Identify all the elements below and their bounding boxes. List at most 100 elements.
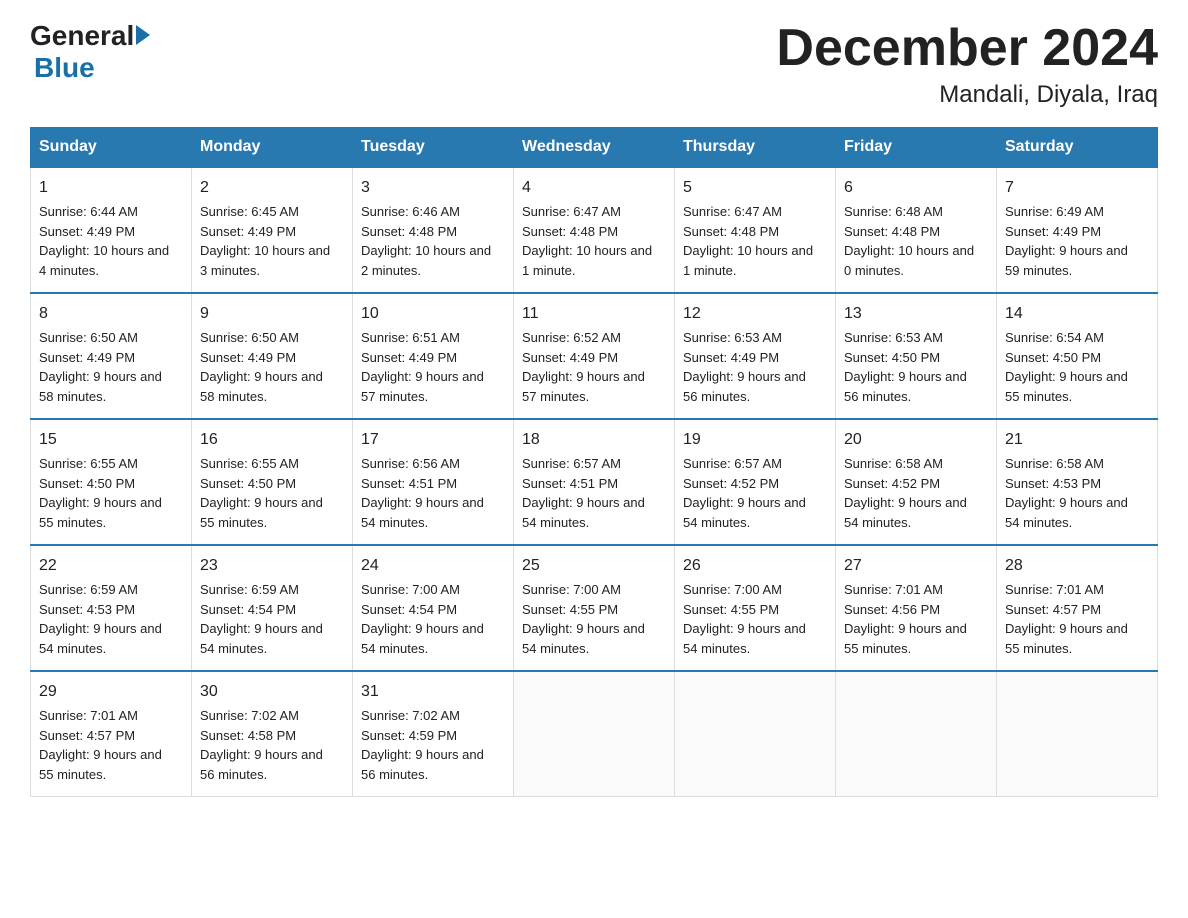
day-number: 22 (39, 554, 183, 578)
logo: General Blue (30, 20, 150, 84)
day-info: Sunrise: 6:47 AMSunset: 4:48 PMDaylight:… (522, 204, 652, 278)
day-info: Sunrise: 6:50 AMSunset: 4:49 PMDaylight:… (200, 330, 323, 404)
day-info: Sunrise: 7:01 AMSunset: 4:57 PMDaylight:… (1005, 582, 1128, 656)
day-info: Sunrise: 6:53 AMSunset: 4:49 PMDaylight:… (683, 330, 806, 404)
calendar-cell: 6 Sunrise: 6:48 AMSunset: 4:48 PMDayligh… (836, 167, 997, 293)
page-subtitle: Mandali, Diyala, Iraq (776, 81, 1158, 109)
calendar-week-row: 8 Sunrise: 6:50 AMSunset: 4:49 PMDayligh… (31, 293, 1158, 419)
calendar-cell (836, 671, 997, 797)
calendar-cell: 10 Sunrise: 6:51 AMSunset: 4:49 PMDaylig… (353, 293, 514, 419)
weekday-header-sunday: Sunday (31, 128, 192, 168)
day-number: 26 (683, 554, 827, 578)
day-info: Sunrise: 6:50 AMSunset: 4:49 PMDaylight:… (39, 330, 162, 404)
day-number: 14 (1005, 302, 1149, 326)
calendar-cell: 24 Sunrise: 7:00 AMSunset: 4:54 PMDaylig… (353, 545, 514, 671)
calendar-cell: 15 Sunrise: 6:55 AMSunset: 4:50 PMDaylig… (31, 419, 192, 545)
day-info: Sunrise: 7:01 AMSunset: 4:56 PMDaylight:… (844, 582, 967, 656)
calendar-cell: 13 Sunrise: 6:53 AMSunset: 4:50 PMDaylig… (836, 293, 997, 419)
logo-arrow-icon (136, 25, 150, 45)
calendar-cell: 8 Sunrise: 6:50 AMSunset: 4:49 PMDayligh… (31, 293, 192, 419)
calendar-week-row: 15 Sunrise: 6:55 AMSunset: 4:50 PMDaylig… (31, 419, 1158, 545)
calendar-cell: 5 Sunrise: 6:47 AMSunset: 4:48 PMDayligh… (675, 167, 836, 293)
weekday-header-saturday: Saturday (997, 128, 1158, 168)
day-info: Sunrise: 7:00 AMSunset: 4:55 PMDaylight:… (522, 582, 645, 656)
day-number: 16 (200, 428, 344, 452)
calendar-cell (675, 671, 836, 797)
calendar-cell: 29 Sunrise: 7:01 AMSunset: 4:57 PMDaylig… (31, 671, 192, 797)
calendar-cell: 20 Sunrise: 6:58 AMSunset: 4:52 PMDaylig… (836, 419, 997, 545)
calendar-cell: 28 Sunrise: 7:01 AMSunset: 4:57 PMDaylig… (997, 545, 1158, 671)
calendar-week-row: 22 Sunrise: 6:59 AMSunset: 4:53 PMDaylig… (31, 545, 1158, 671)
day-number: 13 (844, 302, 988, 326)
day-number: 31 (361, 680, 505, 704)
calendar-cell: 27 Sunrise: 7:01 AMSunset: 4:56 PMDaylig… (836, 545, 997, 671)
calendar-cell: 4 Sunrise: 6:47 AMSunset: 4:48 PMDayligh… (514, 167, 675, 293)
day-info: Sunrise: 6:57 AMSunset: 4:52 PMDaylight:… (683, 456, 806, 530)
calendar-cell: 7 Sunrise: 6:49 AMSunset: 4:49 PMDayligh… (997, 167, 1158, 293)
day-number: 12 (683, 302, 827, 326)
calendar-cell: 12 Sunrise: 6:53 AMSunset: 4:49 PMDaylig… (675, 293, 836, 419)
day-info: Sunrise: 6:48 AMSunset: 4:48 PMDaylight:… (844, 204, 974, 278)
calendar-cell: 11 Sunrise: 6:52 AMSunset: 4:49 PMDaylig… (514, 293, 675, 419)
calendar-cell: 22 Sunrise: 6:59 AMSunset: 4:53 PMDaylig… (31, 545, 192, 671)
day-number: 20 (844, 428, 988, 452)
calendar-cell: 21 Sunrise: 6:58 AMSunset: 4:53 PMDaylig… (997, 419, 1158, 545)
day-number: 21 (1005, 428, 1149, 452)
calendar-cell: 16 Sunrise: 6:55 AMSunset: 4:50 PMDaylig… (192, 419, 353, 545)
day-info: Sunrise: 7:00 AMSunset: 4:55 PMDaylight:… (683, 582, 806, 656)
day-number: 23 (200, 554, 344, 578)
logo-blue-text: Blue (34, 52, 95, 84)
calendar-cell (514, 671, 675, 797)
day-info: Sunrise: 7:02 AMSunset: 4:58 PMDaylight:… (200, 708, 323, 782)
day-number: 1 (39, 176, 183, 200)
day-number: 28 (1005, 554, 1149, 578)
calendar-week-row: 1 Sunrise: 6:44 AMSunset: 4:49 PMDayligh… (31, 167, 1158, 293)
day-info: Sunrise: 6:59 AMSunset: 4:53 PMDaylight:… (39, 582, 162, 656)
day-info: Sunrise: 6:58 AMSunset: 4:53 PMDaylight:… (1005, 456, 1128, 530)
day-info: Sunrise: 6:57 AMSunset: 4:51 PMDaylight:… (522, 456, 645, 530)
day-info: Sunrise: 7:01 AMSunset: 4:57 PMDaylight:… (39, 708, 162, 782)
page-header: General Blue December 2024 Mandali, Diya… (30, 20, 1158, 109)
day-info: Sunrise: 6:51 AMSunset: 4:49 PMDaylight:… (361, 330, 484, 404)
calendar-cell: 14 Sunrise: 6:54 AMSunset: 4:50 PMDaylig… (997, 293, 1158, 419)
calendar-cell: 3 Sunrise: 6:46 AMSunset: 4:48 PMDayligh… (353, 167, 514, 293)
day-info: Sunrise: 6:58 AMSunset: 4:52 PMDaylight:… (844, 456, 967, 530)
day-number: 2 (200, 176, 344, 200)
day-info: Sunrise: 7:00 AMSunset: 4:54 PMDaylight:… (361, 582, 484, 656)
day-number: 9 (200, 302, 344, 326)
day-info: Sunrise: 6:46 AMSunset: 4:48 PMDaylight:… (361, 204, 491, 278)
day-number: 11 (522, 302, 666, 326)
weekday-header-tuesday: Tuesday (353, 128, 514, 168)
day-info: Sunrise: 6:55 AMSunset: 4:50 PMDaylight:… (200, 456, 323, 530)
day-info: Sunrise: 6:55 AMSunset: 4:50 PMDaylight:… (39, 456, 162, 530)
weekday-header-monday: Monday (192, 128, 353, 168)
day-info: Sunrise: 6:53 AMSunset: 4:50 PMDaylight:… (844, 330, 967, 404)
title-block: December 2024 Mandali, Diyala, Iraq (776, 20, 1158, 109)
calendar-cell: 23 Sunrise: 6:59 AMSunset: 4:54 PMDaylig… (192, 545, 353, 671)
day-number: 7 (1005, 176, 1149, 200)
calendar-cell: 17 Sunrise: 6:56 AMSunset: 4:51 PMDaylig… (353, 419, 514, 545)
calendar-cell: 26 Sunrise: 7:00 AMSunset: 4:55 PMDaylig… (675, 545, 836, 671)
calendar-cell: 19 Sunrise: 6:57 AMSunset: 4:52 PMDaylig… (675, 419, 836, 545)
day-number: 29 (39, 680, 183, 704)
day-number: 8 (39, 302, 183, 326)
calendar-header-row: SundayMondayTuesdayWednesdayThursdayFrid… (31, 128, 1158, 168)
day-info: Sunrise: 6:49 AMSunset: 4:49 PMDaylight:… (1005, 204, 1128, 278)
day-number: 10 (361, 302, 505, 326)
day-info: Sunrise: 6:45 AMSunset: 4:49 PMDaylight:… (200, 204, 330, 278)
day-number: 19 (683, 428, 827, 452)
page-title: December 2024 (776, 20, 1158, 77)
day-number: 4 (522, 176, 666, 200)
calendar-cell: 18 Sunrise: 6:57 AMSunset: 4:51 PMDaylig… (514, 419, 675, 545)
calendar-week-row: 29 Sunrise: 7:01 AMSunset: 4:57 PMDaylig… (31, 671, 1158, 797)
day-info: Sunrise: 6:47 AMSunset: 4:48 PMDaylight:… (683, 204, 813, 278)
calendar-cell: 25 Sunrise: 7:00 AMSunset: 4:55 PMDaylig… (514, 545, 675, 671)
day-number: 30 (200, 680, 344, 704)
day-number: 25 (522, 554, 666, 578)
calendar-cell (997, 671, 1158, 797)
day-info: Sunrise: 6:52 AMSunset: 4:49 PMDaylight:… (522, 330, 645, 404)
day-info: Sunrise: 7:02 AMSunset: 4:59 PMDaylight:… (361, 708, 484, 782)
day-number: 17 (361, 428, 505, 452)
day-number: 18 (522, 428, 666, 452)
day-number: 5 (683, 176, 827, 200)
